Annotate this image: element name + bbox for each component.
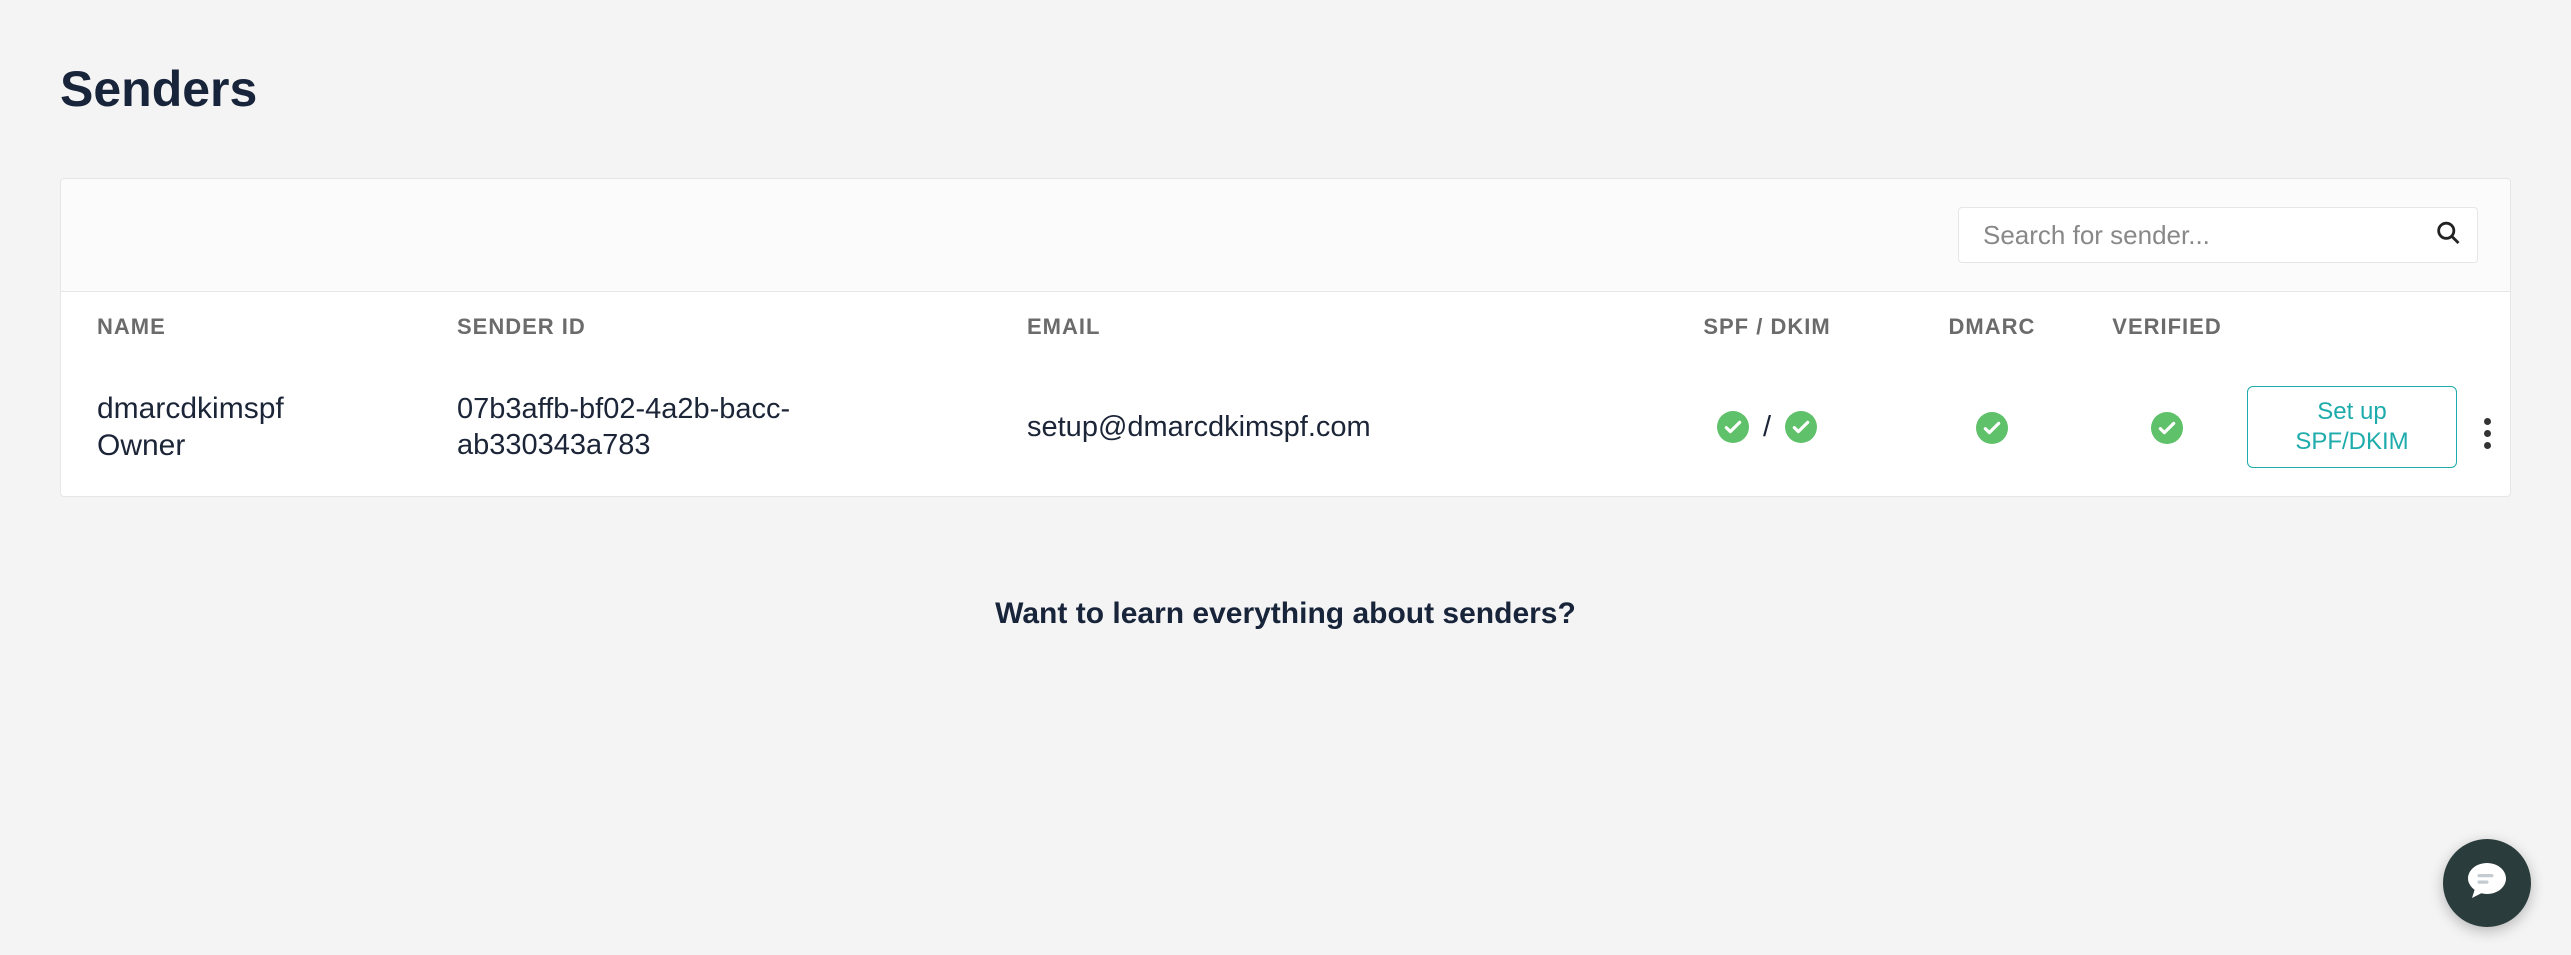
check-circle-icon bbox=[1976, 412, 2008, 444]
search-input[interactable] bbox=[1958, 207, 2478, 263]
col-header-dmarc: DMARC bbox=[1897, 314, 2087, 340]
senders-table: NAME SENDER ID EMAIL SPF / DKIM DMARC VE… bbox=[61, 292, 2510, 496]
search-wrap bbox=[1958, 207, 2478, 263]
search-icon[interactable] bbox=[2434, 219, 2462, 252]
cell-sender-id: 07b3affb-bf02-4a2b-bacc- ab330343a783 bbox=[457, 391, 1027, 464]
sender-role: Owner bbox=[97, 427, 457, 465]
cell-verified bbox=[2087, 410, 2247, 443]
learn-about-senders-link[interactable]: Want to learn everything about senders? bbox=[60, 597, 2511, 631]
cell-spf-dkim: / bbox=[1637, 410, 1897, 444]
col-header-email: EMAIL bbox=[1027, 314, 1637, 340]
page-title: Senders bbox=[60, 60, 2511, 118]
chat-bubble-icon bbox=[2463, 857, 2511, 910]
chat-fab-button[interactable] bbox=[2443, 839, 2531, 927]
col-header-senderid: SENDER ID bbox=[457, 314, 1027, 340]
col-header-spfdkim: SPF / DKIM bbox=[1637, 314, 1897, 340]
cell-more bbox=[2457, 400, 2511, 454]
cell-dmarc bbox=[1897, 410, 2087, 443]
spf-dkim-separator: / bbox=[1763, 411, 1771, 443]
check-circle-icon bbox=[1717, 411, 1749, 443]
cell-action: Set up SPF/DKIM bbox=[2247, 386, 2457, 468]
cell-name: dmarcdkimspf Owner bbox=[97, 390, 457, 465]
table-header-row: NAME SENDER ID EMAIL SPF / DKIM DMARC VE… bbox=[61, 292, 2510, 362]
sender-name: dmarcdkimspf bbox=[97, 390, 457, 428]
card-toolbar bbox=[61, 179, 2510, 292]
kebab-menu-icon[interactable] bbox=[2472, 414, 2502, 454]
check-circle-icon bbox=[1785, 411, 1817, 443]
col-header-verified: VERIFIED bbox=[2087, 314, 2247, 340]
table-row: dmarcdkimspf Owner 07b3affb-bf02-4a2b-ba… bbox=[61, 362, 2510, 496]
sender-id-line: ab330343a783 bbox=[457, 427, 1027, 463]
senders-card: NAME SENDER ID EMAIL SPF / DKIM DMARC VE… bbox=[60, 178, 2511, 497]
sender-id-line: 07b3affb-bf02-4a2b-bacc- bbox=[457, 391, 1027, 427]
check-circle-icon bbox=[2151, 412, 2183, 444]
setup-spf-dkim-button[interactable]: Set up SPF/DKIM bbox=[2247, 386, 2457, 468]
cell-email: setup@dmarcdkimspf.com bbox=[1027, 411, 1637, 444]
col-header-name: NAME bbox=[97, 314, 457, 340]
